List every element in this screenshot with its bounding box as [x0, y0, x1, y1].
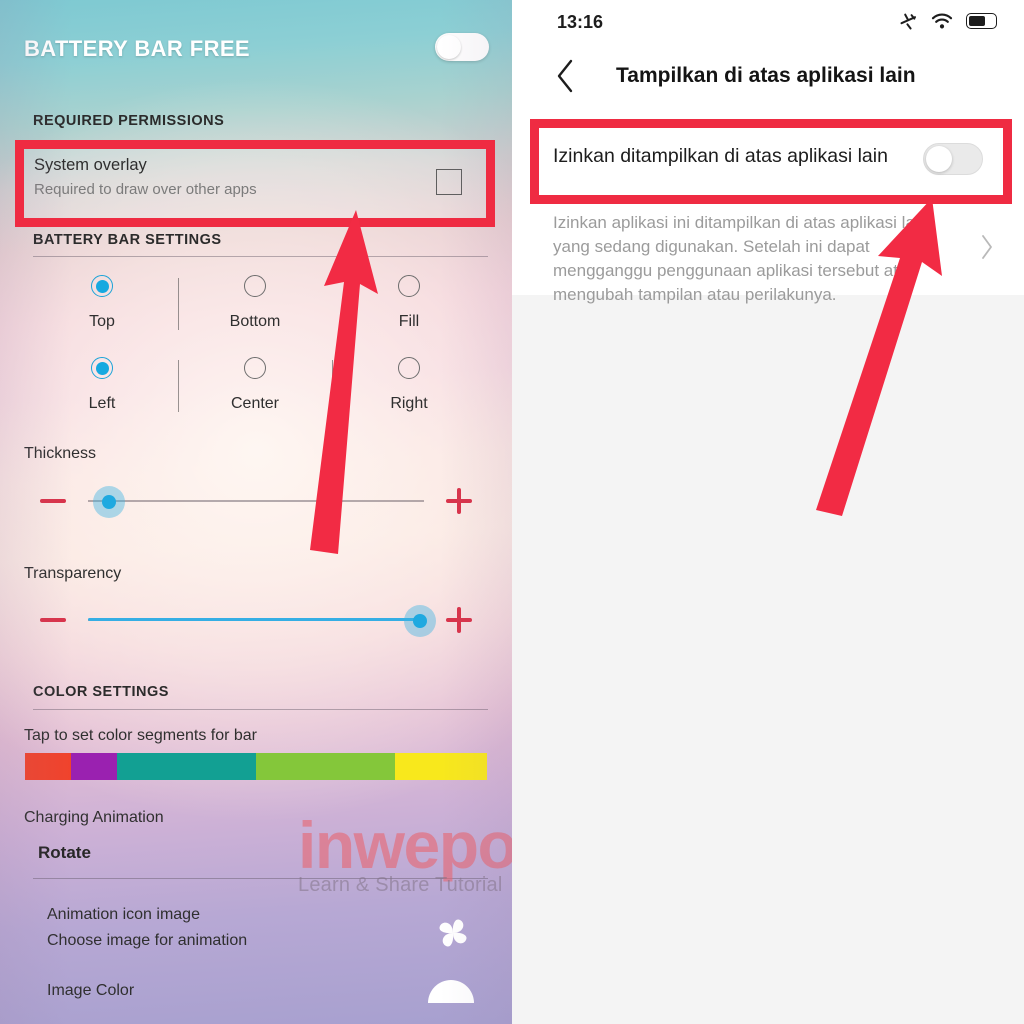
radio-indicator	[244, 275, 266, 297]
color-bar-caption: Tap to set color segments for bar	[24, 727, 257, 744]
slider-handle[interactable]	[102, 495, 116, 509]
radio-option-right[interactable]: Right	[365, 357, 453, 413]
slider-handle[interactable]	[413, 614, 427, 628]
radio-indicator	[91, 357, 113, 379]
toggle-knob	[437, 35, 461, 59]
thickness-label: Thickness	[24, 445, 97, 462]
status-bar: 13:16	[512, 0, 1024, 44]
status-bar-icons	[898, 11, 997, 31]
transparency-label: Transparency	[24, 565, 122, 582]
radio-label: Right	[390, 395, 428, 412]
system-overlay-highlight	[15, 140, 495, 227]
column-divider	[178, 278, 180, 330]
radio-label: Bottom	[229, 313, 281, 330]
radio-label: Left	[88, 395, 116, 412]
animation-icon-subtitle: Choose image for animation	[47, 932, 248, 949]
half-dome-icon[interactable]	[428, 980, 474, 1003]
divider	[33, 256, 488, 257]
radio-indicator	[244, 357, 266, 379]
column-divider	[178, 360, 180, 412]
watermark: inwepo Learn & Share Tutorial ⚡	[298, 812, 512, 897]
status-bar-clock: 13:16	[557, 12, 604, 32]
permission-description: Izinkan aplikasi ini ditampilkan di atas…	[553, 213, 929, 304]
color-segment-teal[interactable]	[117, 753, 256, 780]
color-segment-purple[interactable]	[71, 753, 118, 780]
minus-icon[interactable]	[40, 618, 66, 622]
radio-option-top[interactable]: Top	[58, 275, 146, 331]
slider-fill	[88, 618, 424, 622]
section-header-permissions: REQUIRED PERMISSIONS	[33, 113, 225, 129]
master-enable-toggle[interactable]	[435, 33, 489, 61]
plus-icon-vertical	[457, 487, 461, 514]
charging-animation-value[interactable]: Rotate	[38, 843, 91, 863]
radio-indicator	[398, 275, 420, 297]
izinkan-toggle-highlight	[530, 119, 1012, 204]
slider-track[interactable]	[88, 500, 424, 502]
back-chevron-icon[interactable]	[555, 58, 577, 94]
transparency-slider[interactable]	[40, 600, 472, 640]
plus-icon-vertical	[457, 606, 461, 633]
color-segment-yellow[interactable]	[394, 753, 487, 780]
page-title: Tampilkan di atas aplikasi lain	[616, 64, 916, 87]
divider	[33, 709, 488, 710]
pinwheel-icon[interactable]	[432, 912, 474, 954]
radio-option-left[interactable]: Left	[58, 357, 146, 413]
color-segment-red[interactable]	[25, 753, 72, 780]
wifi-icon	[931, 13, 953, 29]
section-header-color: COLOR SETTINGS	[33, 684, 169, 700]
radio-label: Fill	[398, 313, 420, 330]
divider	[33, 878, 488, 879]
page-title: BATTERY BAR FREE	[24, 36, 251, 61]
charging-animation-label: Charging Animation	[24, 809, 164, 826]
color-segment-green[interactable]	[255, 753, 395, 780]
radio-option-bottom[interactable]: Bottom	[211, 275, 299, 331]
color-segment-bar[interactable]	[25, 753, 487, 780]
section-header-battery-bar: BATTERY BAR SETTINGS	[33, 232, 222, 248]
chevron-right-icon[interactable]	[980, 234, 994, 260]
airplane-icon	[900, 13, 916, 30]
radio-indicator	[398, 357, 420, 379]
screenshot-stage: BATTERY BAR FREE REQUIRED PERMISSIONS Sy…	[0, 0, 1024, 1024]
radio-label: Top	[89, 313, 115, 330]
minus-icon[interactable]	[40, 499, 66, 503]
radio-label: Center	[230, 395, 280, 412]
radio-option-fill[interactable]: Fill	[365, 275, 453, 331]
watermark-word: inwepo	[298, 808, 512, 882]
title-bar: Tampilkan di atas aplikasi lain	[512, 44, 1024, 110]
image-color-title: Image Color	[47, 982, 135, 999]
battery-icon	[966, 13, 997, 29]
radio-option-center[interactable]: Center	[211, 357, 299, 413]
thickness-slider[interactable]	[40, 481, 472, 521]
radio-indicator	[91, 275, 113, 297]
column-divider	[332, 360, 334, 412]
animation-icon-title: Animation icon image	[47, 906, 200, 923]
